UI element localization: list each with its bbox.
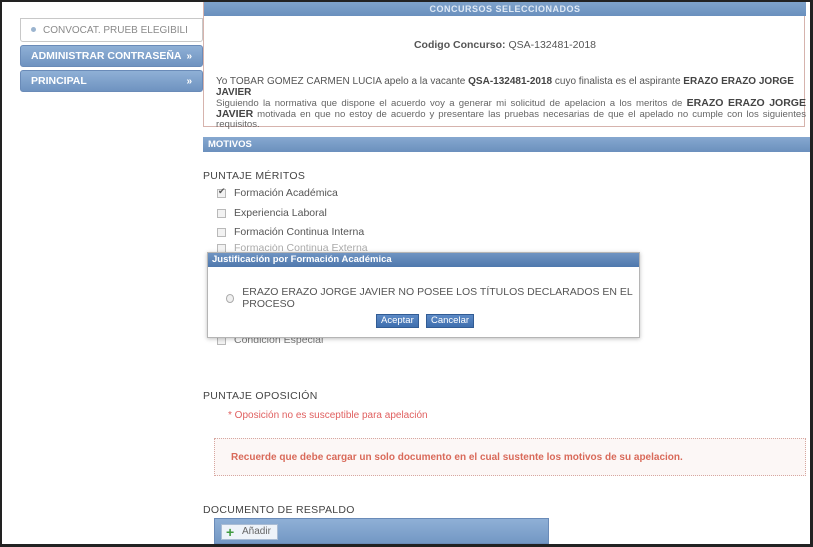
- accept-button[interactable]: Aceptar: [376, 314, 419, 328]
- cancel-button[interactable]: Cancelar: [426, 314, 475, 328]
- documento-respaldo-title: DOCUMENTO DE RESPALDO: [203, 504, 355, 516]
- sidebar-subitem-label: CONVOCAT. PRUEB ELEGIBILI: [43, 24, 188, 36]
- apelo-middle: cuyo finalista es el aspirante: [552, 76, 684, 87]
- sidebar: CONVOCAT. PRUEB ELEGIBILI ADMINISTRAR CO…: [20, 2, 203, 92]
- check-label: Formación Continua Interna: [234, 226, 365, 238]
- check-experiencia-laboral[interactable]: Experiencia Laboral: [217, 207, 327, 219]
- seguimiento-suffix: motivada en que no estoy de acuerdo y pr…: [216, 109, 806, 130]
- motivos-header: MOTIVOS: [203, 137, 810, 152]
- chevron-down-icon: »: [186, 50, 192, 62]
- sidebar-item-principal[interactable]: PRINCIPAL »: [20, 70, 203, 92]
- justificacion-dialog: Justificación por Formación Académica ER…: [207, 252, 640, 338]
- radio-button[interactable]: [226, 293, 235, 303]
- seguimiento-prefix: Siguiendo la normativa que dispone el ac…: [216, 98, 687, 109]
- concursos-panel: CONCURSOS SELECCIONADOS Codigo Concurso:…: [203, 2, 806, 130]
- chevron-down-icon: »: [186, 75, 192, 87]
- sidebar-item-label: ADMINISTRAR CONTRASEÑA: [31, 50, 182, 62]
- check-formacion-continua-externa[interactable]: Formación Continua Externa: [217, 244, 368, 252]
- justificacion-option[interactable]: ERAZO ERAZO JORGE JAVIER NO POSEE LOS TÍ…: [226, 286, 639, 310]
- check-formacion-continua-interna[interactable]: Formación Continua Interna: [217, 226, 364, 238]
- warning-text: Recuerde que debe cargar un solo documen…: [231, 451, 683, 463]
- check-label: Experiencia Laboral: [234, 207, 327, 219]
- codigo-concurso: Codigo Concurso: QSA-132481-2018: [204, 39, 806, 51]
- sidebar-subitem-convocatoria[interactable]: CONVOCAT. PRUEB ELEGIBILI: [20, 18, 203, 42]
- checkbox-checked[interactable]: [217, 186, 226, 198]
- add-button[interactable]: + Añadir: [221, 524, 278, 540]
- add-button-label: Añadir: [242, 526, 271, 537]
- checkbox[interactable]: [217, 227, 226, 237]
- documento-toolbar: + Añadir: [214, 518, 549, 544]
- warning-box: Recuerde que debe cargar un solo documen…: [214, 438, 806, 476]
- window-frame-left: [0, 0, 2, 547]
- check-label: Formación Continua Externa: [234, 244, 368, 252]
- sidebar-item-administrar-contrasena[interactable]: ADMINISTRAR CONTRASEÑA »: [20, 45, 203, 67]
- bullet-icon: [31, 27, 36, 32]
- checkbox[interactable]: [217, 208, 226, 218]
- apelo-prefix: Yo TOBAR GOMEZ CARMEN LUCIA apelo a la v…: [216, 76, 469, 87]
- codigo-value: QSA-132481-2018: [508, 39, 597, 51]
- check-label: Formación Académica: [234, 187, 338, 199]
- puntaje-oposicion-title: PUNTAJE OPOSICIÓN: [203, 390, 318, 402]
- oposicion-note: * Oposición no es susceptible para apela…: [228, 410, 428, 421]
- checkbox[interactable]: [217, 244, 226, 252]
- codigo-label: Codigo Concurso:: [413, 39, 506, 51]
- concursos-header: CONCURSOS SELECCIONADOS: [204, 2, 806, 16]
- apelo-statement: Yo TOBAR GOMEZ CARMEN LUCIA apelo a la v…: [216, 76, 801, 98]
- check-formacion-academica[interactable]: Formación Académica: [217, 186, 338, 199]
- dialog-title: Justificación por Formación Académica: [208, 253, 639, 267]
- sidebar-item-label: PRINCIPAL: [31, 75, 87, 87]
- seguimiento-statement: Siguiendo la normativa que dispone el ac…: [216, 98, 806, 130]
- option-label: ERAZO ERAZO JORGE JAVIER NO POSEE LOS TÍ…: [242, 286, 633, 310]
- puntaje-meritos-title: PUNTAJE MÉRITOS: [203, 170, 306, 182]
- apelo-vacante: QSA-132481-2018: [468, 76, 553, 87]
- plus-icon: +: [226, 524, 235, 540]
